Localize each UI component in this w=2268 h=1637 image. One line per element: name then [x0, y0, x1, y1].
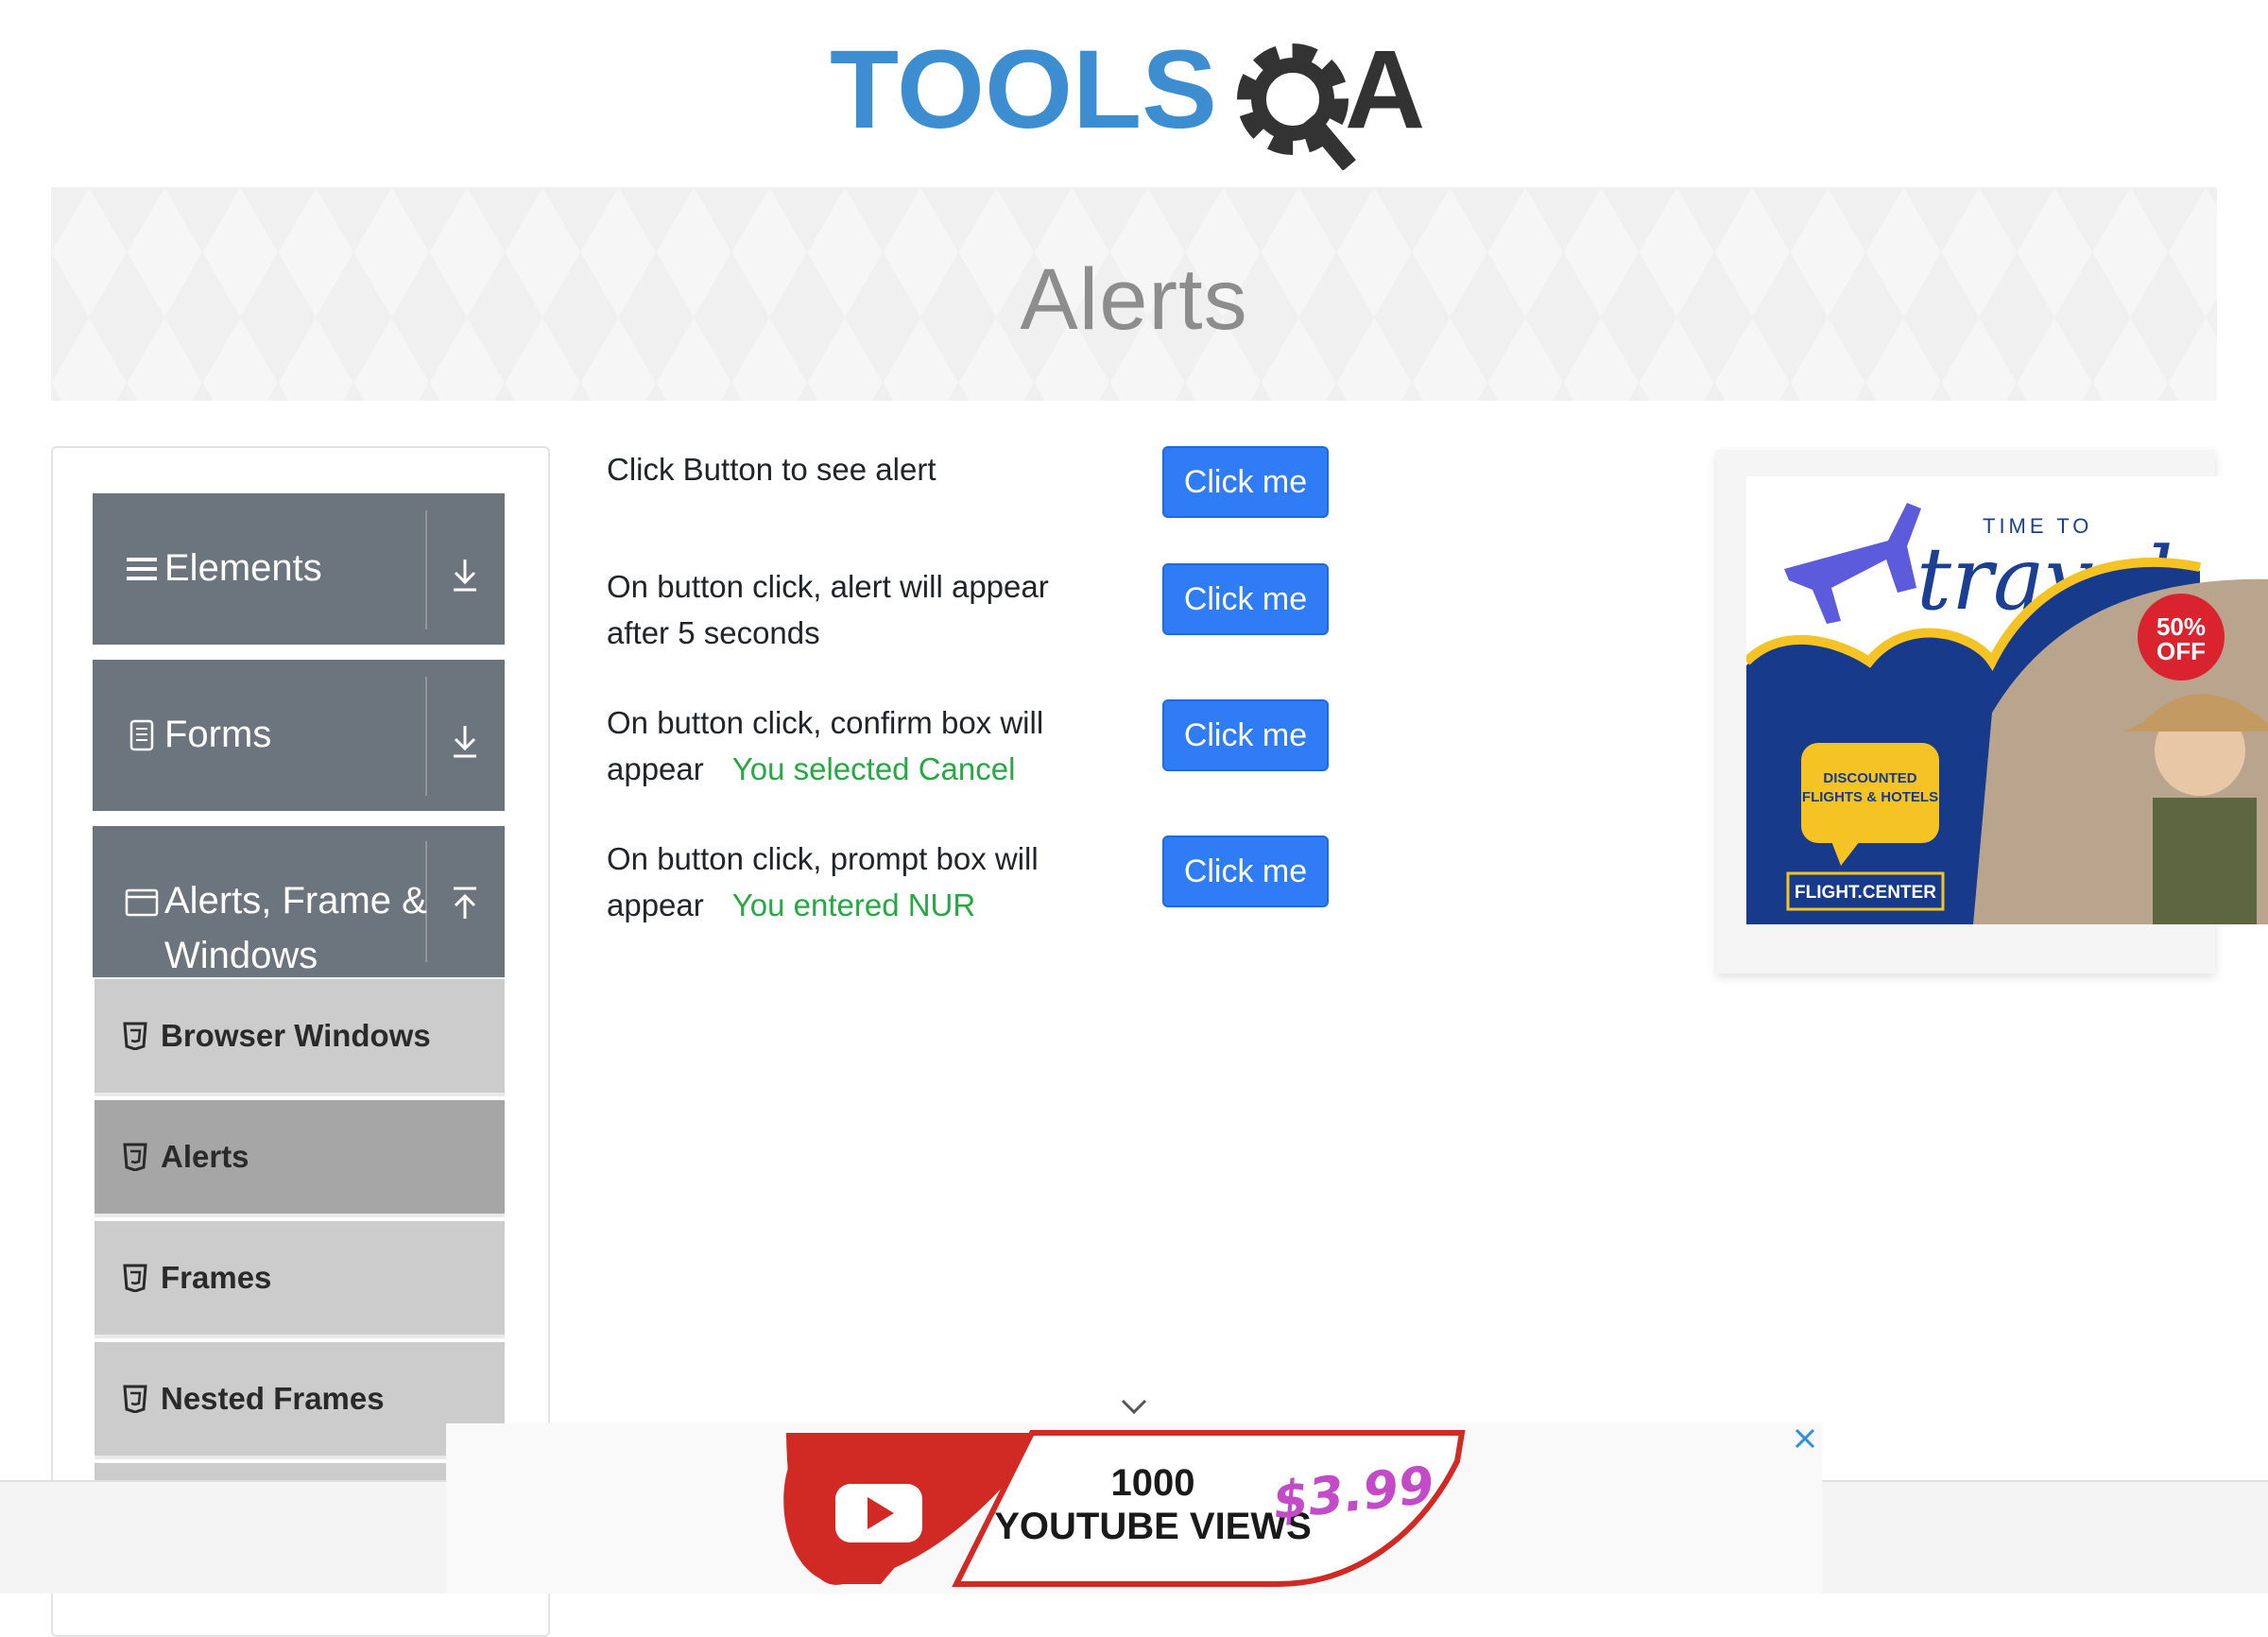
html5-icon: [123, 1385, 147, 1413]
document-icon: [129, 719, 154, 751]
ad-views-line2: YOUTUBE VIEWS: [994, 1506, 1312, 1547]
travel-ad[interactable]: TIME TO travel 50% OFF DISCOUNTED FLIGHT…: [1716, 450, 2268, 974]
chevron-down-icon[interactable]: [1119, 1395, 1149, 1418]
sidebar-item-label: Nested Frames: [161, 1381, 385, 1416]
travel-ad-graphic: TIME TO travel 50% OFF DISCOUNTED FLIGHT…: [1746, 476, 2268, 924]
sidebar-group-elements[interactable]: Elements: [93, 493, 505, 645]
alert-row: Click Button to see alert: [607, 446, 1136, 492]
confirm-button[interactable]: Click me: [1162, 699, 1329, 771]
ad-brand: FLIGHT.CENTER: [1795, 883, 1936, 903]
sidebar-group-label: Elements: [164, 547, 322, 589]
page-banner: Alerts: [51, 187, 2217, 401]
ad-views-line1: 1000: [1111, 1462, 1195, 1504]
travel-ad-creative[interactable]: TIME TO travel 50% OFF DISCOUNTED FLIGHT…: [1746, 476, 2268, 924]
timer-alert-description-line2: after 5 seconds: [607, 615, 820, 650]
confirm-description-line1: On button click, confirm box will: [607, 705, 1044, 740]
prompt-description-line2: appear: [607, 887, 704, 922]
divider: [425, 677, 427, 796]
alert-button[interactable]: Click me: [1162, 446, 1329, 518]
youtube-views-ad[interactable]: 1000 YOUTUBE VIEWS $3.99: [446, 1423, 1822, 1594]
download-arrow-icon[interactable]: [448, 722, 482, 760]
html5-icon: [123, 1143, 147, 1171]
divider: [425, 510, 427, 629]
confirm-row: On button click, confirm box will appear…: [607, 699, 1136, 792]
sidebar-item-browser-windows[interactable]: Browser Windows: [94, 979, 505, 1096]
html5-icon: [123, 1264, 147, 1292]
html5-icon: [123, 1022, 147, 1050]
logo-text-tools: TOOLS: [830, 28, 1217, 152]
prompt-description-line1: On button click, prompt box will: [607, 841, 1039, 876]
timer-alert-description-line1: On button click, alert will appear: [607, 569, 1049, 604]
gear-q-icon: [1237, 43, 1356, 170]
sidebar-group-label: Alerts, Frame &: [164, 880, 427, 922]
window-icon: [125, 888, 159, 917]
upload-arrow-icon[interactable]: [448, 885, 482, 922]
sidebar-group-label: Forms: [164, 714, 272, 755]
sidebar-item-nested-frames[interactable]: Nested Frames: [94, 1342, 505, 1459]
divider: [425, 841, 427, 962]
prompt-result: You entered NUR: [731, 887, 976, 922]
logo-text-a: A: [1345, 28, 1425, 152]
sidebar-item-label: Browser Windows: [161, 1018, 431, 1053]
ad-bubble-line2: FLIGHTS & HOTELS: [1802, 789, 1938, 805]
sidebar-group-label-line2: Windows: [164, 935, 318, 976]
sidebar-item-label: Frames: [161, 1260, 272, 1295]
youtube-views-ad-graphic: 1000 YOUTUBE VIEWS $3.99: [783, 1430, 1466, 1587]
toolsqa-logo[interactable]: TOOLS A: [830, 28, 1444, 170]
alert-description: Click Button to see alert: [607, 452, 936, 487]
page-title: Alerts: [1020, 250, 1248, 348]
ad-badge-line2: OFF: [2156, 637, 2206, 665]
sidebar-item-frames[interactable]: Frames: [94, 1221, 505, 1338]
download-arrow-icon[interactable]: [448, 556, 482, 594]
close-icon[interactable]: [1792, 1425, 1818, 1452]
prompt-row: On button click, prompt box will appear Y…: [607, 836, 1136, 928]
sidebar-item-alerts[interactable]: Alerts: [94, 1100, 505, 1217]
hamburger-icon: [127, 558, 157, 580]
ad-bubble-line1: DISCOUNTED: [1823, 770, 1916, 786]
sidebar-group-forms[interactable]: Forms: [93, 660, 505, 811]
timer-alert-button[interactable]: Click me: [1162, 563, 1329, 635]
sidebar-item-label: Alerts: [161, 1139, 249, 1174]
timer-alert-row: On button click, alert will appear after…: [607, 563, 1136, 656]
sidebar-group-alerts-frame-windows[interactable]: Alerts, Frame & Windows: [93, 826, 505, 977]
confirm-description-line2: appear: [607, 751, 704, 786]
confirm-result: You selected Cancel: [731, 751, 1016, 786]
prompt-button[interactable]: Click me: [1162, 836, 1329, 907]
